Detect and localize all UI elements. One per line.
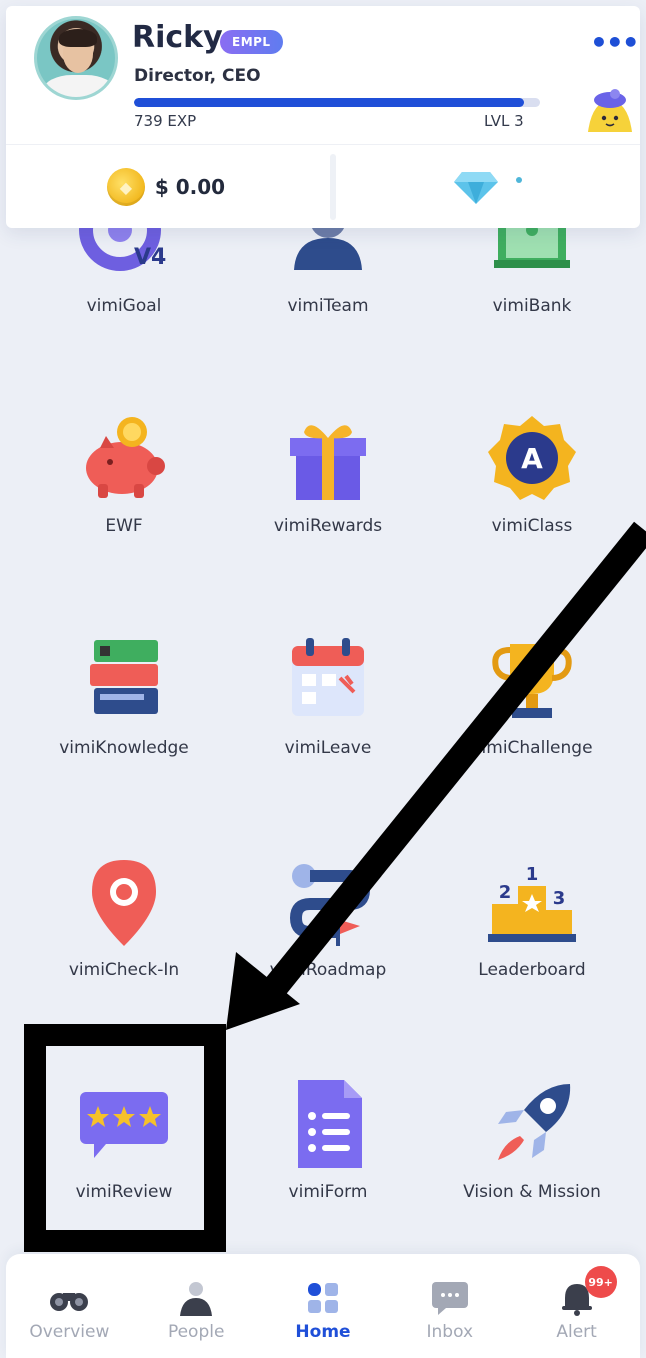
profile-header: Ricky EMPL Director, CEO 739 EXP LVL 3 •… [6, 6, 640, 228]
app-vimileave[interactable]: vimiLeave [228, 632, 428, 758]
form-icon [280, 1076, 376, 1172]
app-ewf[interactable]: EWF [24, 410, 224, 536]
calendar-icon [280, 632, 376, 728]
diamond-icon [454, 172, 498, 204]
svg-text:V4: V4 [134, 245, 166, 270]
bottom-navigation: Overview People Home Inbox 99+ Alert [6, 1254, 640, 1358]
app-vimiclass[interactable]: A vimiClass [432, 410, 632, 536]
gems-balance[interactable] [336, 146, 640, 228]
alert-count-badge: 99+ [584, 1266, 617, 1298]
user-title: Director, CEO [134, 66, 261, 86]
app-vimichallenge[interactable]: vimiChallenge [432, 632, 632, 758]
mascot-icon[interactable] [582, 86, 638, 136]
location-pin-icon [76, 854, 172, 950]
class-badge-icon: A [484, 410, 580, 506]
nav-people[interactable]: People [136, 1280, 256, 1342]
gift-icon [280, 410, 376, 506]
role-badge: EMPL [220, 30, 283, 54]
app-grid: V4 vimiGoal vimiTeam vimiBank EWF vimiRe… [0, 189, 646, 1250]
grid-icon [263, 1280, 383, 1316]
app-vision-mission[interactable]: Vision & Mission [432, 1076, 632, 1202]
nav-alert[interactable]: 99+ Alert [517, 1266, 637, 1342]
app-screen: Ricky EMPL Director, CEO 739 EXP LVL 3 •… [0, 0, 646, 1358]
app-vimiform[interactable]: vimiForm [228, 1076, 428, 1202]
gem-count-dot [516, 177, 522, 183]
chat-icon [390, 1280, 510, 1316]
svg-text:3: 3 [553, 888, 566, 909]
avatar[interactable] [34, 16, 118, 100]
roadmap-icon [280, 854, 376, 950]
level-value: LVL 3 [484, 112, 524, 130]
more-options-icon[interactable]: ••• [590, 26, 640, 59]
app-vimireview[interactable]: vimiReview [24, 1076, 224, 1202]
bell-icon [517, 1280, 637, 1316]
podium-icon: 2 1 3 [484, 854, 580, 950]
nav-overview[interactable]: Overview [9, 1280, 129, 1342]
wallet-balance[interactable]: ◆ $ 0.00 [6, 146, 326, 228]
books-icon [76, 632, 172, 728]
piggy-bank-icon [76, 410, 172, 506]
balance-amount: $ 0.00 [154, 175, 226, 199]
person-icon [136, 1280, 256, 1316]
app-vimicheck-in[interactable]: vimiCheck-In [24, 854, 224, 980]
nav-inbox[interactable]: Inbox [390, 1280, 510, 1342]
svg-text:1: 1 [526, 864, 539, 885]
review-stars-icon [76, 1076, 172, 1172]
exp-progress-bar [134, 98, 540, 107]
rocket-icon [484, 1076, 580, 1172]
exp-value: 739 EXP [134, 112, 197, 130]
binoculars-icon [9, 1280, 129, 1316]
svg-text:A: A [521, 442, 543, 475]
nav-home[interactable]: Home [263, 1280, 383, 1342]
app-leaderboard[interactable]: 2 1 3 Leaderboard [432, 854, 632, 980]
coin-icon: ◆ [106, 168, 145, 206]
app-vimiknowledge[interactable]: vimiKnowledge [24, 632, 224, 758]
app-vimiroadmap[interactable]: vimiRoadmap [228, 854, 428, 980]
app-vimirewards[interactable]: vimiRewards [228, 410, 428, 536]
svg-text:2: 2 [499, 882, 512, 903]
trophy-icon [484, 632, 580, 728]
user-name: Ricky [132, 20, 223, 55]
